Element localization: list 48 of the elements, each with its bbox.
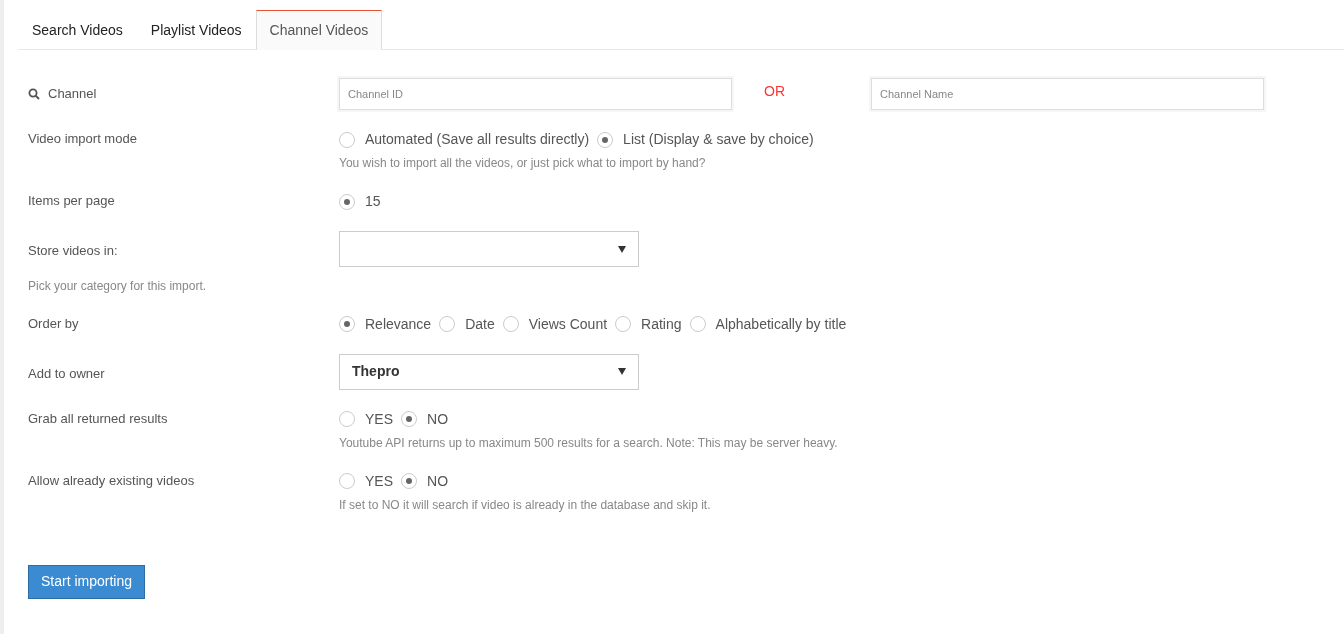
radio-button[interactable]: [597, 131, 614, 148]
radio-button[interactable]: [439, 316, 456, 332]
input-field[interactable]: Channel ID: [339, 78, 732, 110]
radio-label[interactable]: Relevance: [365, 313, 432, 335]
radio-button[interactable]: [502, 316, 519, 332]
radio-label[interactable]: Date: [465, 313, 495, 335]
radio-button[interactable]: [339, 473, 355, 489]
start-importing-button[interactable]: Start importing: [28, 564, 146, 599]
radio-label[interactable]: YES: [365, 470, 393, 492]
radio-button[interactable]: [339, 131, 355, 148]
radio-label[interactable]: Automated (Save all results directly): [365, 129, 590, 150]
radio-label[interactable]: NO: [427, 408, 448, 430]
input-field[interactable]: Channel Name: [871, 78, 1264, 110]
caret-icon: [618, 368, 626, 375]
radio-button[interactable]: [339, 316, 355, 332]
field-label: Channel: [48, 85, 97, 104]
radio-label[interactable]: NO: [427, 470, 448, 492]
radio-button[interactable]: [339, 411, 355, 427]
radio-button[interactable]: [401, 473, 417, 489]
search-icon: [28, 88, 40, 100]
select-dropdown[interactable]: Thepro: [339, 353, 639, 390]
or-separator: OR: [763, 81, 786, 101]
radio-label[interactable]: List (Display & save by choice): [623, 129, 814, 150]
radio-label[interactable]: Alphabetically by title: [715, 313, 847, 335]
radio-button[interactable]: [615, 316, 632, 332]
field-label: Items per page: [28, 192, 115, 210]
help-text: Pick your category for this import.: [28, 277, 208, 295]
radio-label[interactable]: Views Count: [528, 313, 608, 335]
radio-label[interactable]: YES: [365, 408, 393, 430]
field-label: Grab all returned results: [28, 409, 168, 428]
caret-icon: [618, 245, 626, 253]
radio-button[interactable]: [401, 411, 417, 427]
help-text: Youtube API returns up to maximum 500 results for a search. Note: This may be server heavy.: [339, 434, 839, 452]
help-text: If set to NO it will search if video is already in the database and skip it.: [339, 496, 712, 514]
tab[interactable]: Channel Videos: [255, 10, 383, 50]
field-label: Video import mode: [28, 130, 137, 148]
radio-button[interactable]: [339, 193, 355, 210]
radio-button[interactable]: [689, 316, 706, 332]
tab[interactable]: Playlist Videos: [136, 10, 256, 50]
tab[interactable]: Search Videos: [18, 10, 137, 50]
field-label: Store videos in:: [28, 242, 118, 260]
field-label: Order by: [28, 314, 79, 333]
help-text: You wish to import all the videos, or just pick what to import by hand?: [339, 155, 707, 172]
radio-label[interactable]: 15: [365, 191, 381, 212]
select-dropdown[interactable]: [339, 231, 639, 267]
radio-label[interactable]: Rating: [641, 313, 682, 335]
field-label: Allow already existing videos: [28, 471, 195, 490]
field-label: Add to owner: [28, 364, 105, 383]
